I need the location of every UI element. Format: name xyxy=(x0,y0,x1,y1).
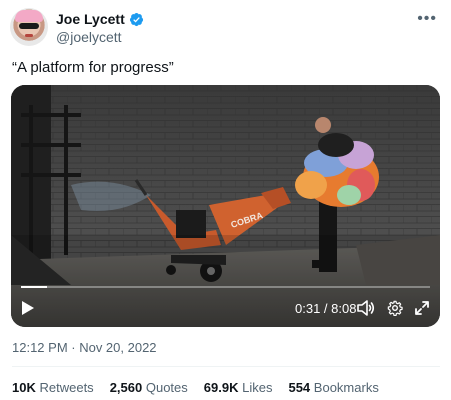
tweet-text: “A platform for progress” xyxy=(12,59,174,76)
video-frame: COBRA xyxy=(11,85,440,327)
handle[interactable]: @joelycett xyxy=(56,29,122,46)
divider xyxy=(12,366,440,367)
avatar[interactable] xyxy=(10,8,48,46)
settings-icon[interactable] xyxy=(387,299,405,317)
stat-likes[interactable]: 69.9K Likes xyxy=(204,380,273,396)
more-options-icon[interactable]: ••• xyxy=(417,10,437,28)
name-row: Joe Lycett xyxy=(56,11,144,28)
tweet-header: Joe Lycett @joelycett ••• xyxy=(10,8,441,48)
video-player[interactable]: COBRA 0:31 / 8:08 xyxy=(11,85,440,327)
stat-label: Likes xyxy=(242,380,273,395)
volume-icon[interactable] xyxy=(357,299,375,317)
stat-value: 69.9K xyxy=(203,380,239,395)
video-progress-fill xyxy=(21,286,48,288)
fullscreen-icon[interactable] xyxy=(414,299,430,317)
play-icon[interactable] xyxy=(21,299,37,317)
stat-label: Bookmarks xyxy=(313,380,379,395)
video-progress-bar[interactable] xyxy=(21,286,430,288)
tweet-timestamp[interactable]: 12:12 PM · Nov 20, 2022 xyxy=(12,340,157,356)
stat-label: Retweets xyxy=(39,380,94,395)
stat-value: 554 xyxy=(288,380,311,395)
video-time: 0:31 / 8:08 xyxy=(295,300,357,316)
stat-retweets[interactable]: 10K Retweets xyxy=(12,380,94,396)
stat-value: 10K xyxy=(12,380,36,395)
display-name[interactable]: Joe Lycett xyxy=(56,11,125,28)
tweet-stats: 10K Retweets 2,560 Quotes 69.9K Likes 55… xyxy=(12,380,379,396)
stat-quotes[interactable]: 2,560 Quotes xyxy=(110,380,188,396)
verified-badge-icon xyxy=(129,12,143,27)
stat-bookmarks[interactable]: 554 Bookmarks xyxy=(288,380,378,396)
stat-value: 2,560 xyxy=(109,380,143,395)
stat-label: Quotes xyxy=(145,380,188,395)
